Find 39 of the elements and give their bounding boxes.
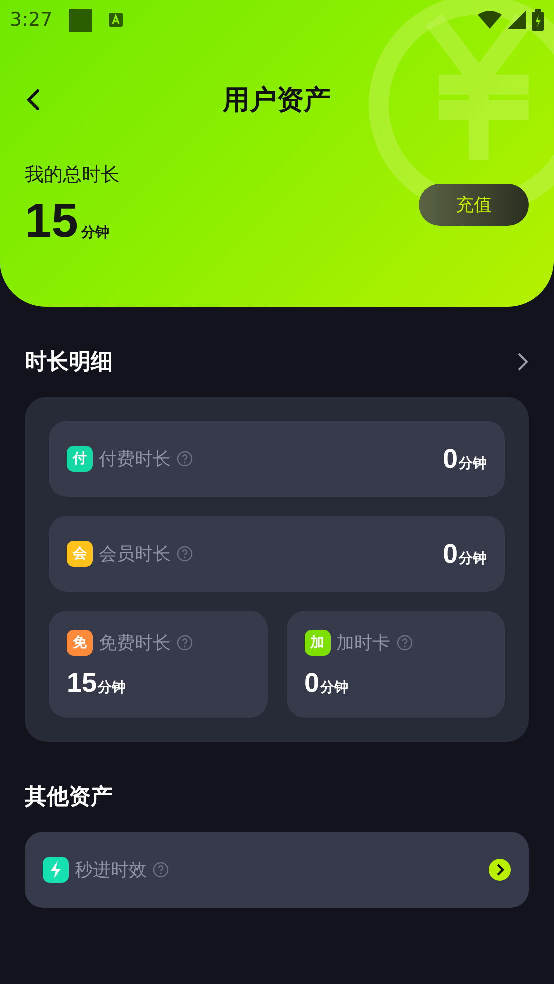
notification-icon bbox=[108, 12, 124, 28]
unit-label: 分钟 bbox=[459, 550, 487, 568]
back-icon[interactable] bbox=[27, 89, 41, 111]
clock: 3:27 bbox=[10, 9, 53, 31]
help-icon[interactable] bbox=[177, 635, 193, 651]
duration-label: 会员时长 bbox=[99, 543, 171, 566]
unit-label: 分钟 bbox=[98, 680, 126, 697]
unit-label: 分钟 bbox=[459, 454, 487, 472]
duration-value: 15 bbox=[67, 668, 98, 699]
asset-label: 秒进时效 bbox=[75, 859, 147, 882]
help-icon[interactable] bbox=[396, 635, 412, 651]
help-icon[interactable] bbox=[177, 451, 193, 467]
help-icon[interactable] bbox=[177, 546, 193, 562]
badge: 付 bbox=[67, 446, 93, 472]
battery-icon bbox=[532, 9, 544, 31]
badge: 加 bbox=[304, 630, 330, 656]
badge: 免 bbox=[67, 630, 93, 656]
signal-icon bbox=[508, 11, 526, 29]
total-label: 我的总时长 bbox=[25, 163, 120, 188]
duration-label: 付费时长 bbox=[99, 448, 171, 471]
duration-value: 0 bbox=[442, 538, 458, 570]
duration-value: 0 bbox=[304, 668, 320, 699]
badge: 会 bbox=[67, 541, 93, 567]
duration-label: 加时卡 bbox=[336, 632, 390, 655]
duration-value: 0 bbox=[442, 444, 458, 474]
total-value: 15 bbox=[25, 198, 78, 246]
chevron-right-icon[interactable] bbox=[517, 352, 529, 372]
notification-icon bbox=[68, 8, 92, 32]
section-title: 其他资产 bbox=[25, 784, 113, 812]
recharge-button[interactable]: 充值 bbox=[419, 184, 529, 226]
unit-label: 分钟 bbox=[320, 680, 349, 697]
page-title: 用户资产 bbox=[223, 84, 331, 118]
unit-label: 分钟 bbox=[81, 224, 110, 242]
section-title: 时长明细 bbox=[25, 349, 113, 377]
duration-label: 免费时长 bbox=[99, 632, 171, 655]
chevron-right-icon[interactable] bbox=[489, 859, 511, 881]
wifi-icon bbox=[478, 11, 502, 29]
asset-item[interactable]: 秒进时效 bbox=[25, 832, 529, 908]
help-icon[interactable] bbox=[153, 862, 169, 878]
